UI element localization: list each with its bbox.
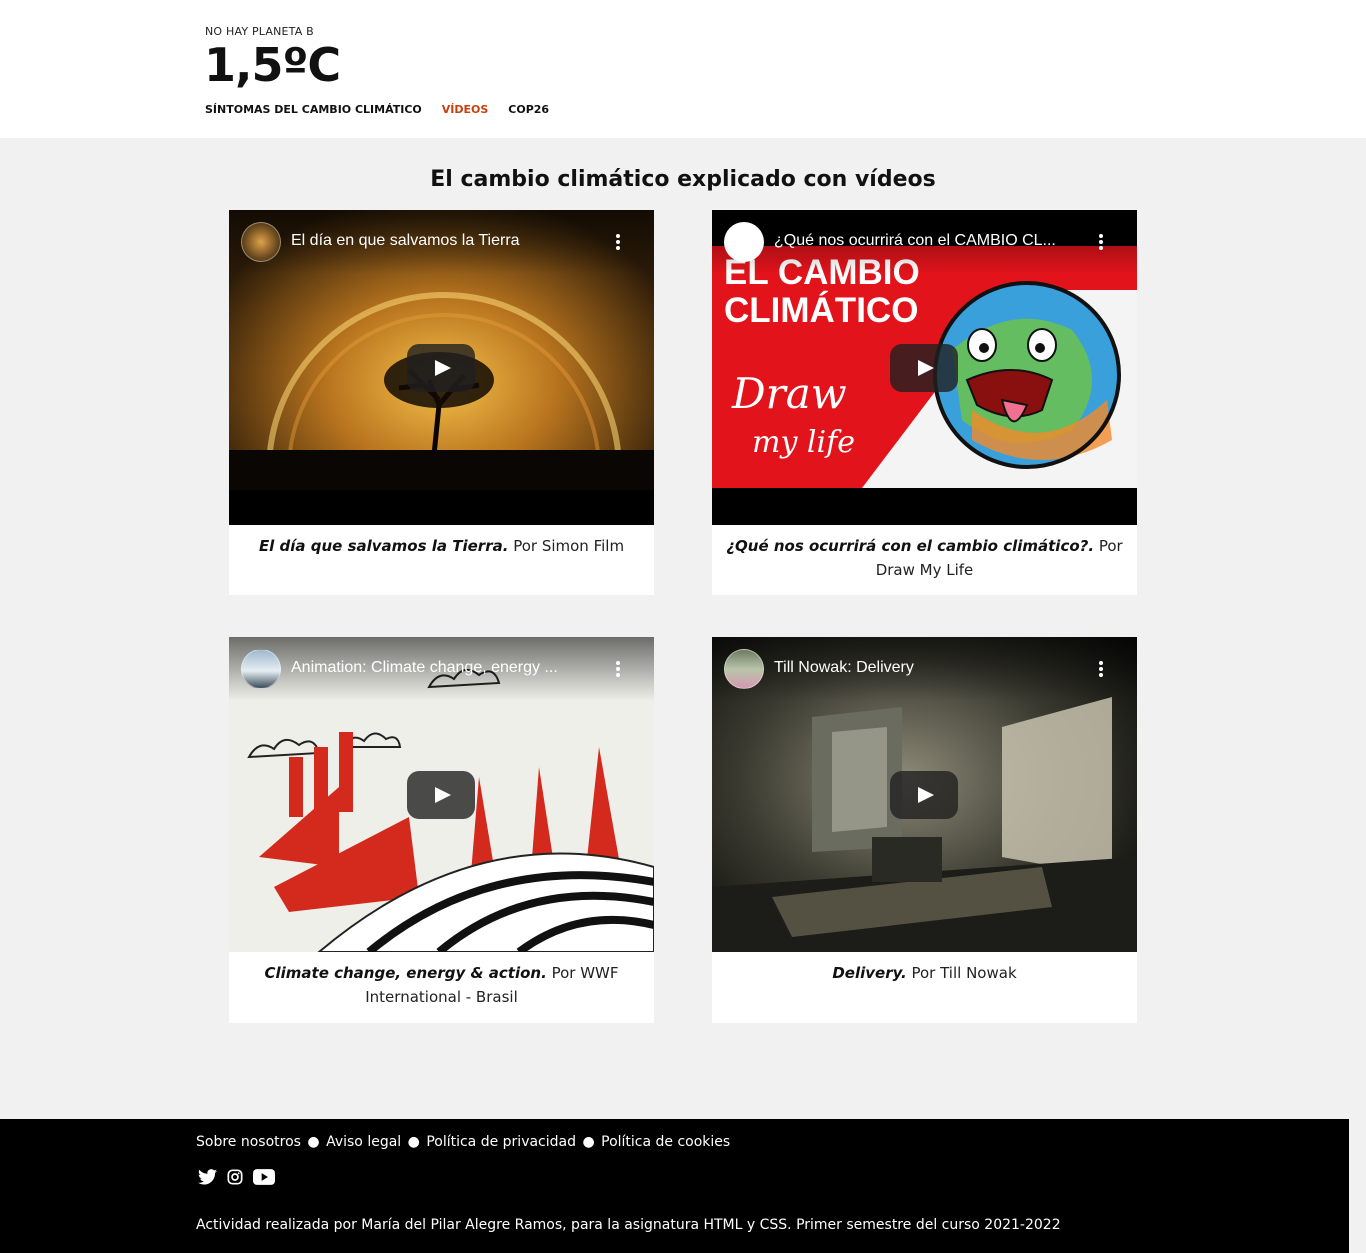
video-caption: Climate change, energy & action. Por WWF… bbox=[229, 952, 654, 1025]
video-player[interactable]: Animation: Climate change, energy ... bbox=[229, 637, 654, 952]
video-player[interactable]: El día en que salvamos la Tierra bbox=[229, 210, 654, 525]
play-button[interactable] bbox=[890, 344, 958, 392]
video-caption-title: El día que salvamos la Tierra. bbox=[258, 537, 509, 555]
channel-avatar[interactable] bbox=[241, 649, 281, 689]
video-caption-title: Delivery. bbox=[832, 964, 907, 982]
play-button[interactable] bbox=[890, 771, 958, 819]
more-options-icon[interactable] bbox=[612, 661, 624, 681]
footer-links: Sobre nosotros ● Aviso legal ● Política … bbox=[196, 1134, 730, 1150]
site-tagline: NO HAY PLANETA B bbox=[205, 25, 314, 38]
video-card: Animation: Climate change, energy ... Cl… bbox=[229, 637, 654, 1023]
page-title: El cambio climático explicado con vídeos bbox=[430, 167, 936, 192]
youtube-icon[interactable] bbox=[253, 1169, 275, 1189]
play-button[interactable] bbox=[407, 344, 475, 392]
footer-link-sobre-nosotros[interactable]: Sobre nosotros bbox=[196, 1134, 301, 1150]
more-options-icon[interactable] bbox=[612, 234, 624, 254]
video-card: El día en que salvamos la Tierra El día … bbox=[229, 210, 654, 595]
site-logo[interactable]: 1,5ºC bbox=[204, 38, 341, 92]
footer-link-aviso-legal[interactable]: Aviso legal bbox=[326, 1134, 401, 1150]
video-player[interactable]: Till Nowak: Delivery bbox=[712, 637, 1137, 952]
thumb-text-climatico: CLIMÁTICO bbox=[724, 290, 918, 330]
footer-separator: ● bbox=[582, 1134, 595, 1150]
channel-avatar[interactable] bbox=[724, 222, 764, 262]
footer-link-cookies[interactable]: Política de cookies bbox=[601, 1134, 730, 1150]
instagram-icon[interactable] bbox=[227, 1169, 243, 1189]
video-player[interactable]: EL CAMBIO CLIMÁTICO Draw my life ¿Qué no… bbox=[712, 210, 1137, 525]
video-caption-author: Por Till Nowak bbox=[906, 964, 1017, 982]
footer-separator: ● bbox=[307, 1134, 320, 1150]
footer-link-privacidad[interactable]: Política de privacidad bbox=[426, 1134, 576, 1150]
channel-avatar[interactable] bbox=[241, 222, 281, 262]
more-options-icon[interactable] bbox=[1095, 661, 1107, 681]
footer-credit: Actividad realizada por María del Pilar … bbox=[196, 1217, 1061, 1233]
video-title[interactable]: Till Nowak: Delivery bbox=[774, 659, 1084, 677]
more-options-icon[interactable] bbox=[1095, 234, 1107, 254]
site-footer: Sobre nosotros ● Aviso legal ● Política … bbox=[0, 1119, 1349, 1253]
video-caption: El día que salvamos la Tierra. Por Simon… bbox=[229, 525, 654, 574]
twitter-icon[interactable] bbox=[198, 1169, 217, 1189]
site-header: NO HAY PLANETA B 1,5ºC SÍNTOMAS DEL CAMB… bbox=[0, 0, 1366, 138]
video-title[interactable]: El día en que salvamos la Tierra bbox=[291, 232, 601, 250]
video-caption-author: Por Simon Film bbox=[508, 537, 625, 555]
video-caption-title: Climate change, energy & action. bbox=[264, 964, 547, 982]
video-caption-title: ¿Qué nos ocurrirá con el cambio climátic… bbox=[726, 537, 1095, 555]
play-button[interactable] bbox=[407, 771, 475, 819]
main-nav: SÍNTOMAS DEL CAMBIO CLIMÁTICO VÍDEOS COP… bbox=[205, 103, 549, 116]
nav-item-videos[interactable]: VÍDEOS bbox=[442, 103, 489, 116]
video-title[interactable]: Animation: Climate change, energy ... bbox=[291, 659, 601, 677]
thumb-text-mylife: my life bbox=[752, 425, 855, 460]
video-title[interactable]: ¿Qué nos ocurrirá con el CAMBIO CL... bbox=[774, 232, 1084, 250]
thumb-text-draw: Draw bbox=[731, 369, 847, 418]
video-card: Till Nowak: Delivery Delivery. Por Till … bbox=[712, 637, 1137, 1023]
video-caption: Delivery. Por Till Nowak bbox=[712, 952, 1137, 1001]
video-caption: ¿Qué nos ocurrirá con el cambio climátic… bbox=[712, 525, 1137, 598]
nav-item-sintomas[interactable]: SÍNTOMAS DEL CAMBIO CLIMÁTICO bbox=[205, 103, 422, 116]
channel-avatar[interactable] bbox=[724, 649, 764, 689]
nav-item-cop26[interactable]: COP26 bbox=[508, 103, 549, 116]
video-card: EL CAMBIO CLIMÁTICO Draw my life ¿Qué no… bbox=[712, 210, 1137, 595]
social-links bbox=[198, 1169, 275, 1189]
footer-separator: ● bbox=[407, 1134, 420, 1150]
